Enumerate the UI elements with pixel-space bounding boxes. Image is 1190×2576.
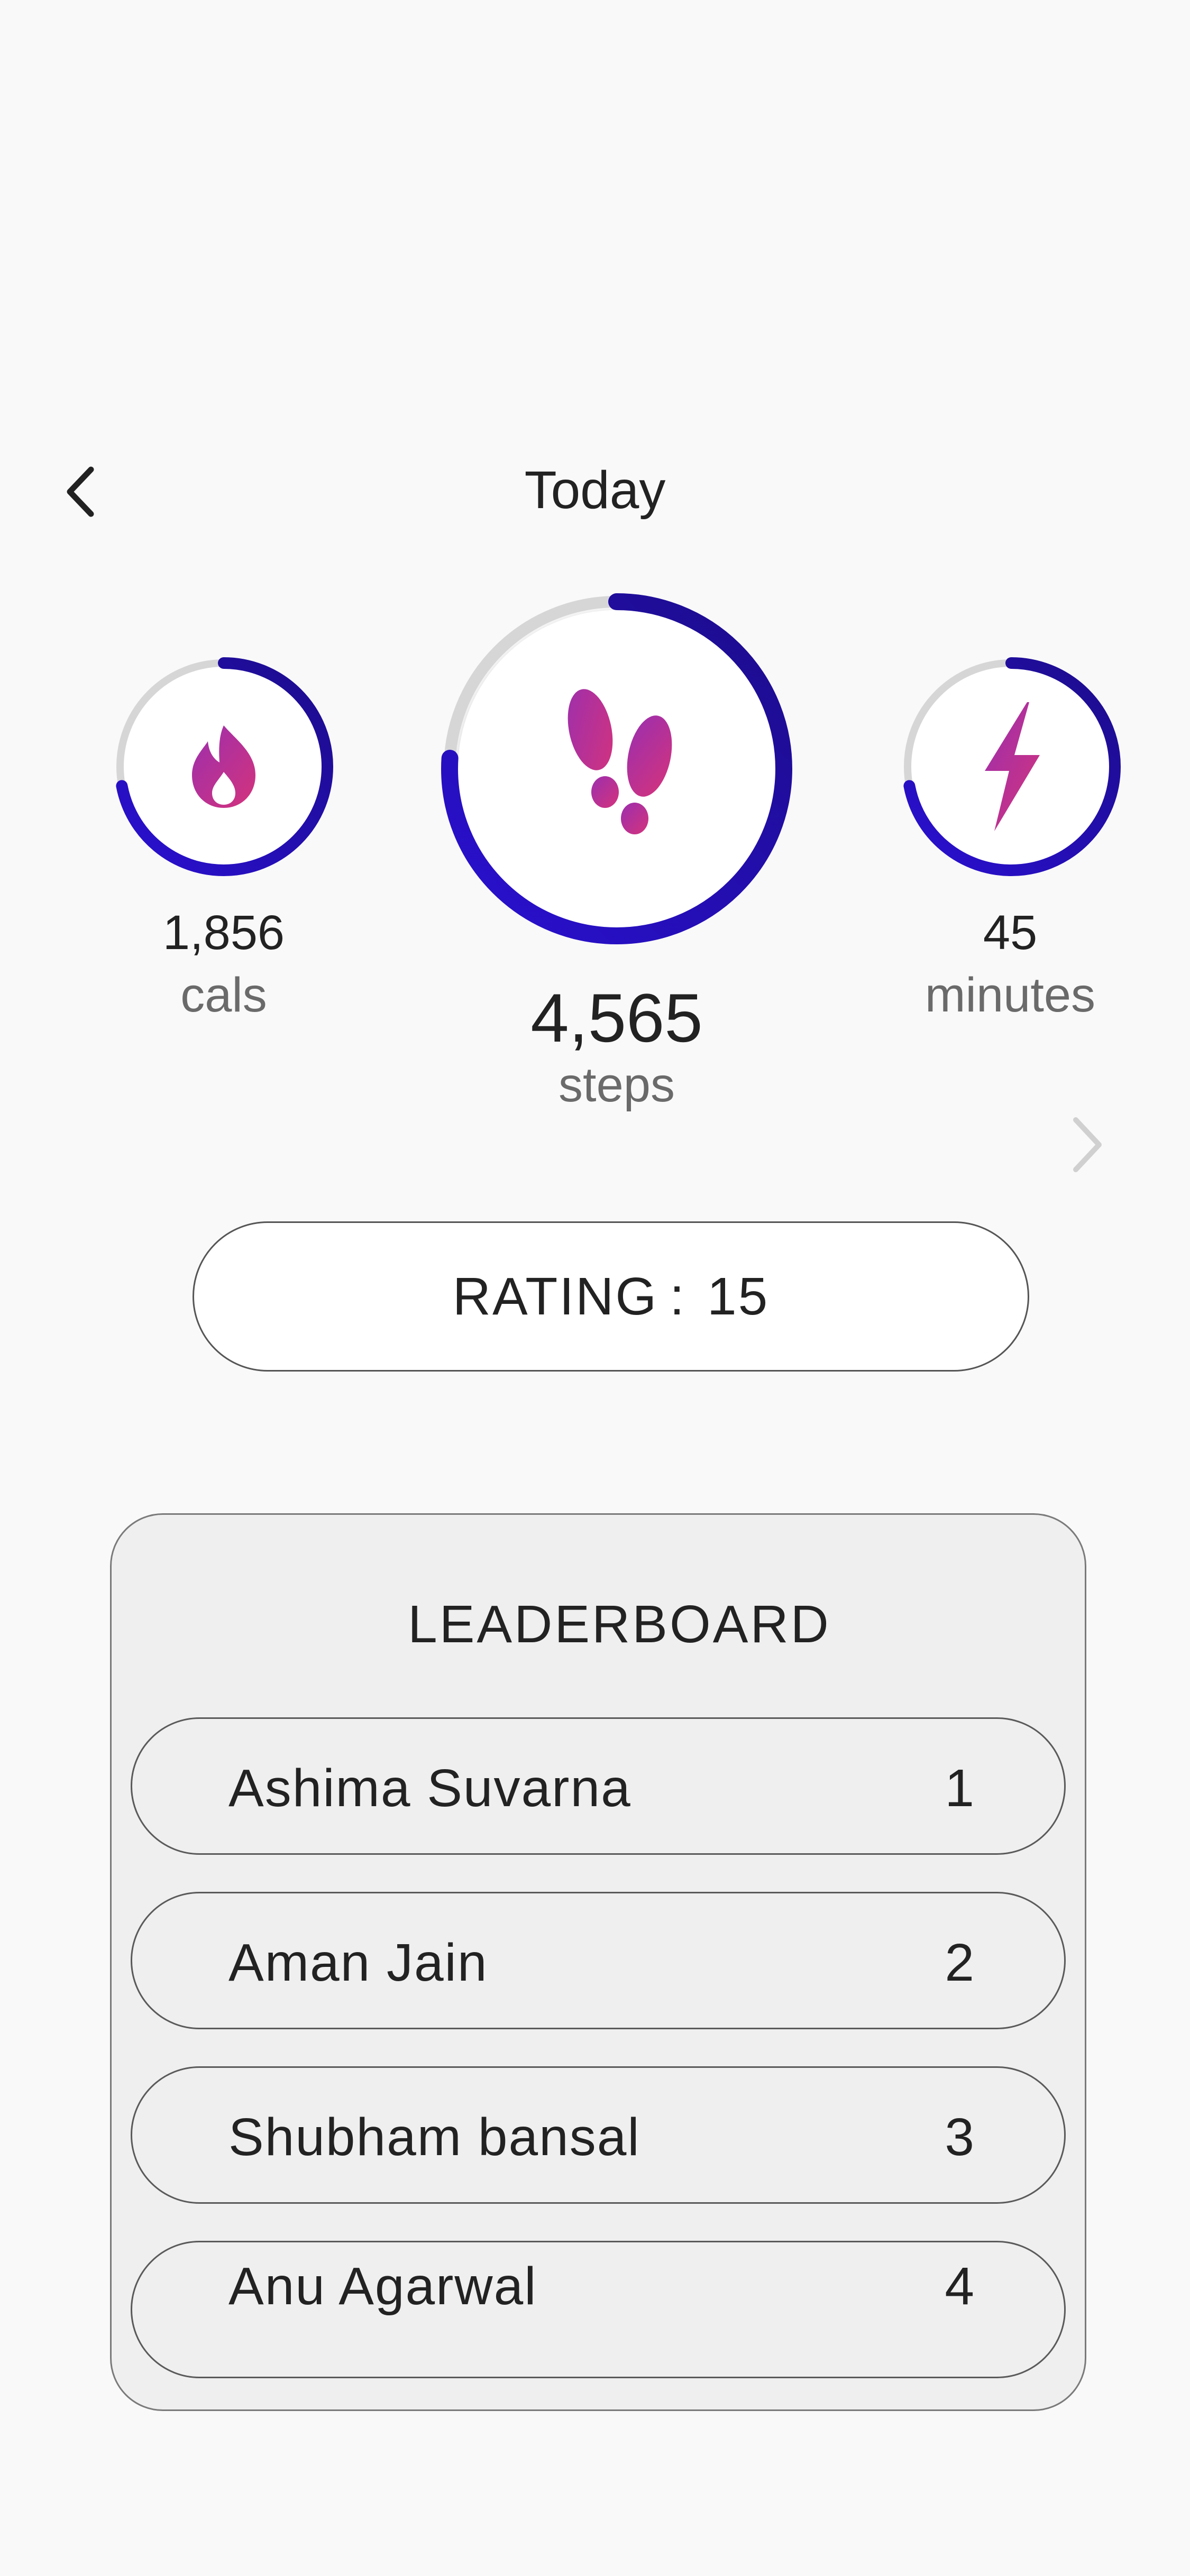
leaderboard-row[interactable]: Ashima Suvarna 1 [131, 1717, 1066, 1855]
leaderboard-rank: 4 [945, 2257, 974, 2316]
minutes-unit: minutes [924, 968, 1096, 1022]
rating-pill[interactable]: RATING : 15 [193, 1221, 1029, 1372]
rating-label: RATING [452, 1266, 658, 1326]
calories-ring[interactable] [108, 651, 339, 882]
steps-ring[interactable] [437, 587, 797, 952]
minutes-value: 45 [983, 906, 1038, 960]
minutes-ring[interactable] [896, 651, 1127, 882]
steps-unit: steps [559, 1058, 675, 1112]
leaderboard-name: Anu Agarwal [228, 2257, 537, 2316]
leaderboard-rank: 2 [945, 1933, 974, 1992]
calories-unit: cals [180, 968, 267, 1022]
calories-value: 1,856 [162, 906, 285, 960]
next-button[interactable] [1063, 1110, 1111, 1179]
leaderboard-name: Shubham bansal [228, 2108, 640, 2167]
leaderboard-name: Ashima Suvarna [228, 1759, 631, 1818]
page-title: Today [524, 461, 666, 520]
leaderboard-row[interactable]: Aman Jain 2 [131, 1892, 1066, 2029]
leaderboard-rank: 1 [945, 1759, 974, 1818]
leaderboard-row[interactable]: Shubham bansal 3 [131, 2066, 1066, 2204]
chevron-right-icon [1073, 1117, 1102, 1172]
leaderboard-rank: 3 [945, 2108, 974, 2167]
leaderboard-title: LEADERBOARD [408, 1595, 831, 1654]
leaderboard-name: Aman Jain [228, 1933, 488, 1992]
leaderboard-row[interactable]: Anu Agarwal 4 [131, 2241, 1066, 2378]
rating-value: 15 [707, 1266, 770, 1326]
leaderboard-card: LEADERBOARD Ashima Suvarna 1 Aman Jain 2… [110, 1513, 1086, 2411]
steps-value: 4,565 [530, 979, 703, 1056]
rating-separator: : [670, 1266, 686, 1326]
